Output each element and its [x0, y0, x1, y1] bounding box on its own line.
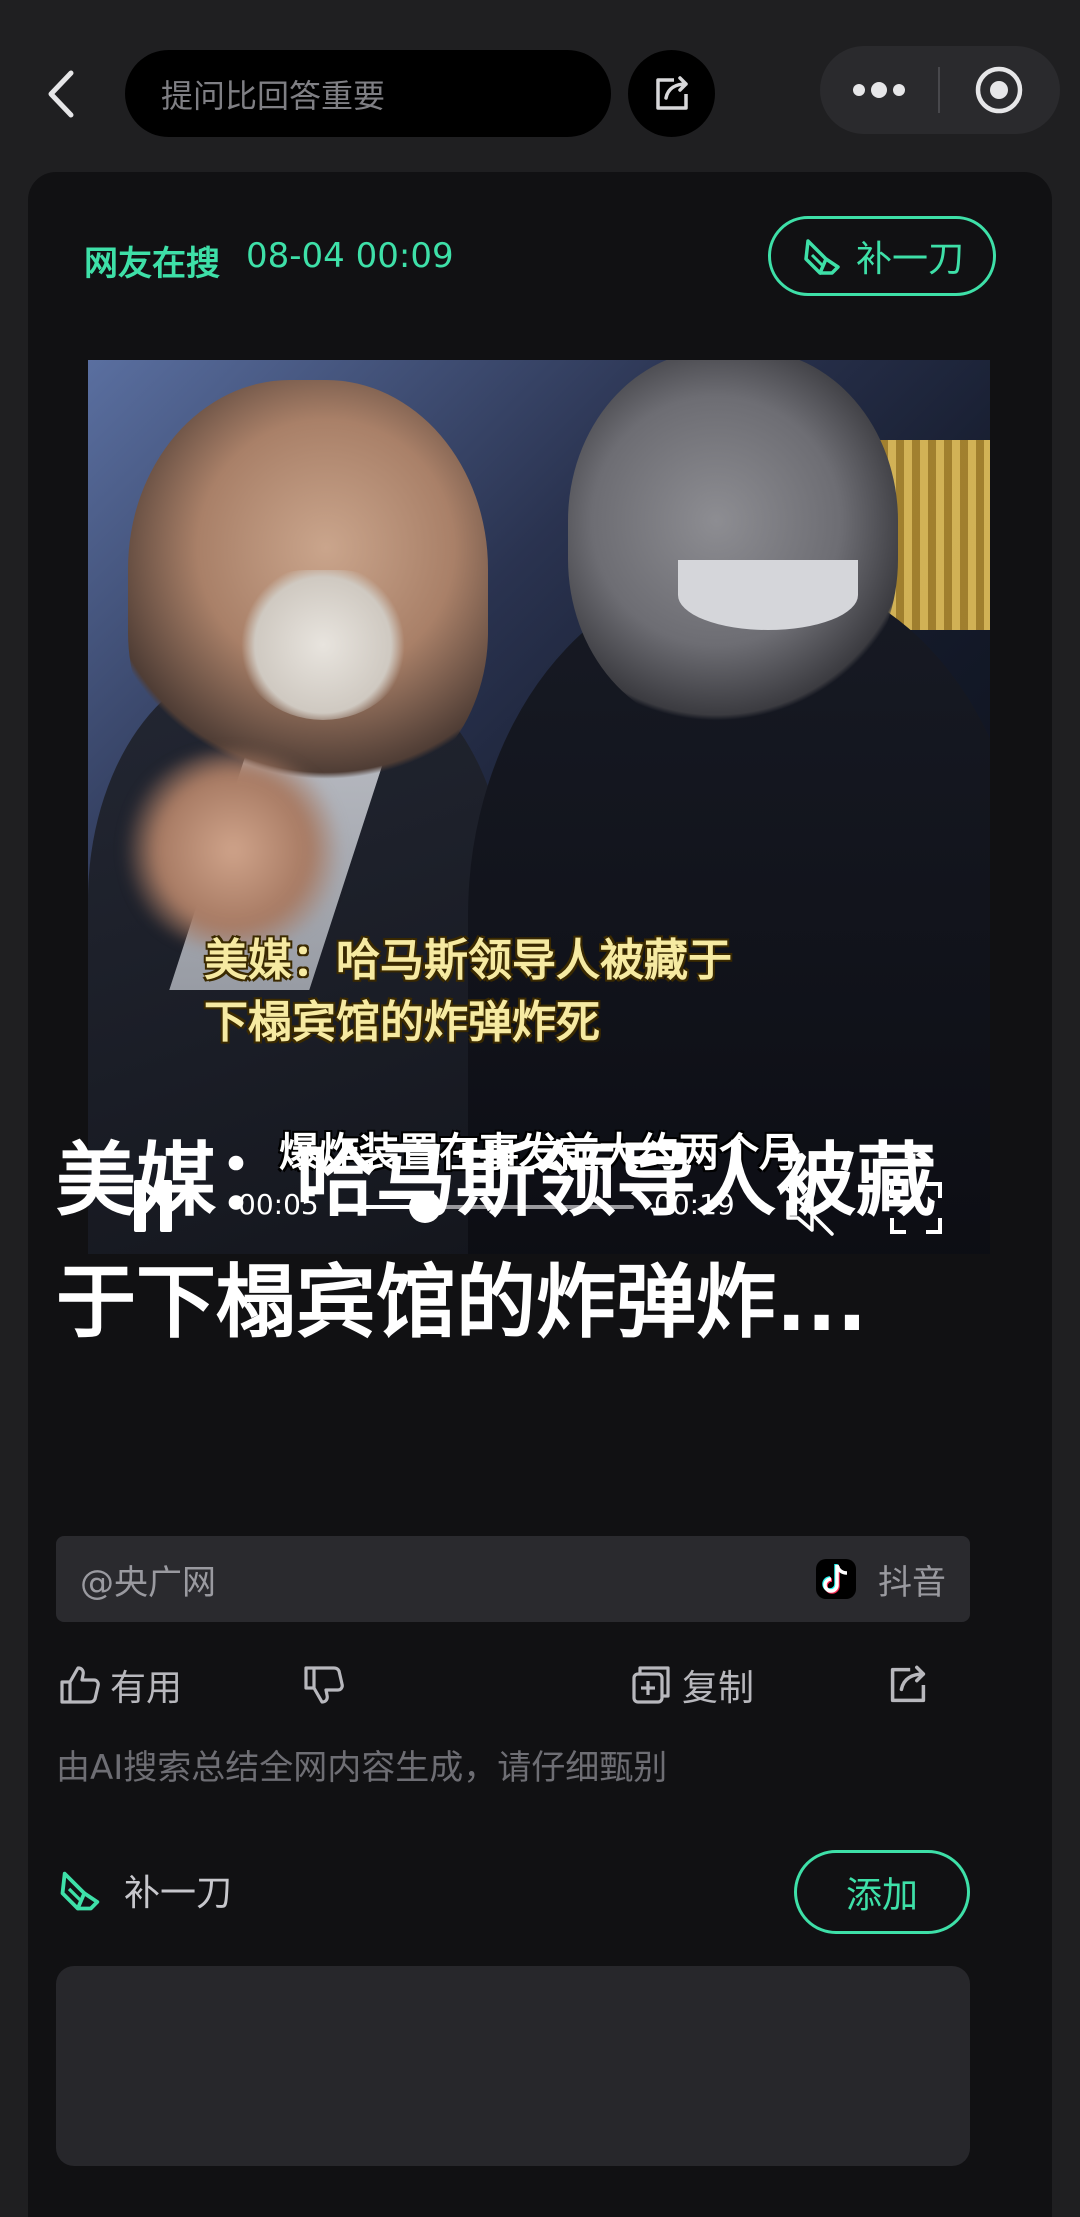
video-figure-left-beard	[238, 570, 408, 720]
card-meta: 网友在搜 08-04 00:09	[84, 236, 454, 285]
comment-input-box[interactable]	[56, 1966, 970, 2166]
back-button[interactable]	[30, 58, 90, 130]
source-platform-label: 抖音	[878, 1562, 946, 1603]
patch-row-text: 补一刀	[124, 1873, 233, 1914]
add-button[interactable]: 添加	[794, 1850, 970, 1934]
not-useful-button[interactable]	[300, 1650, 346, 1720]
search-placeholder: 提问比回答重要	[161, 76, 386, 115]
patch-button-label: 补一刀	[855, 239, 964, 280]
search-input[interactable]: 提问比回答重要	[125, 50, 611, 137]
share-button[interactable]	[628, 50, 715, 137]
action-bar: 有用 复制	[56, 1650, 970, 1720]
ai-disclaimer: 由AI搜索总结全网内容生成，请仔细甄别	[56, 1748, 668, 1788]
source-author: @央广网	[80, 1562, 216, 1603]
page: 提问比回答重要 网友在搜 08-04 00:09 补一刀 美媒：哈马斯领导人被藏…	[0, 0, 1080, 2217]
share-icon	[655, 75, 688, 110]
close-miniprogram-button[interactable]	[940, 46, 1058, 134]
target-icon	[975, 66, 1023, 114]
video-caption-line1: 美媒：哈马斯领导人被藏于	[204, 935, 732, 986]
thumbs-up-icon	[60, 1666, 100, 1704]
knife-icon	[804, 239, 840, 275]
chevron-left-icon	[48, 70, 74, 118]
knife-icon	[60, 1871, 100, 1911]
share-icon	[890, 1665, 926, 1703]
source-bar[interactable]: @央广网 抖音	[56, 1536, 970, 1622]
video-figure-right-head	[568, 360, 898, 730]
useful-button[interactable]: 有用	[56, 1650, 182, 1720]
patch-row: 补一刀 添加	[56, 1850, 970, 1936]
video-blurred-hand	[118, 750, 348, 950]
video-figure-right-collar	[678, 560, 858, 630]
douyin-icon	[816, 1559, 856, 1599]
article-headline[interactable]: 美媒：哈马斯领导人被藏于下榻宾馆的炸弹炸...	[56, 1120, 956, 1364]
thumbs-down-icon	[304, 1666, 344, 1704]
video-caption-line2: 下榻宾馆的炸弹炸死	[204, 997, 600, 1048]
meta-time: 08-04 00:09	[246, 236, 454, 276]
copy-icon	[632, 1666, 670, 1704]
mini-program-capsule	[820, 46, 1060, 134]
source-platform: 抖音	[816, 1555, 946, 1604]
meta-source: 网友在搜	[84, 244, 220, 284]
copy-label: 复制	[682, 1668, 755, 1709]
useful-label: 有用	[110, 1668, 183, 1709]
share-answer-button[interactable]	[886, 1650, 930, 1720]
copy-button[interactable]: 复制	[628, 1650, 754, 1720]
patch-row-label: 补一刀	[56, 1864, 232, 1916]
more-button[interactable]	[820, 46, 938, 134]
more-dots-icon	[853, 82, 905, 98]
patch-button[interactable]: 补一刀	[768, 216, 996, 296]
video-caption: 美媒：哈马斯领导人被藏于 下榻宾馆的炸弹炸死	[204, 930, 864, 1054]
